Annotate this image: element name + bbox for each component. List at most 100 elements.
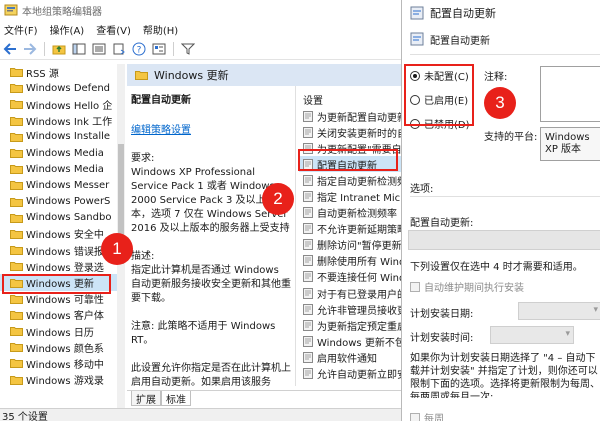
filter-icon[interactable] [180,41,196,57]
policy-setting-icon [303,368,313,380]
edit-policy-link[interactable]: 编辑策略设置 [131,124,291,138]
tree-item-label: Windows Sandbo [26,212,112,224]
setting-row[interactable]: 删除使用所有 Windo [299,253,401,269]
panel-header: Windows 更新 [127,64,401,86]
tree-item[interactable]: Windows 安全中 [0,226,118,242]
setting-row[interactable]: 为更新指定预定重启 [299,317,401,333]
back-arrow-icon[interactable] [2,41,18,57]
tab-extended[interactable]: 扩展 [131,391,161,406]
install-day-combo[interactable] [518,302,600,320]
setting-row[interactable]: 不要连接任何 Windo [299,269,401,285]
status-bar: 35 个设置 [0,408,401,421]
forward-arrow-icon[interactable] [22,41,38,57]
tree-item[interactable]: Windows PowerS [0,194,118,210]
tree-item[interactable]: Windows Messer [0,177,118,193]
tree-item-label: RSS 源 [26,68,59,80]
folder-icon [135,71,148,80]
setting-row[interactable]: 允许自动更新立即安装 [299,366,401,382]
policy-setting-icon [303,223,313,235]
setting-row[interactable]: 启用软件通知 [299,349,401,365]
list-view-icon[interactable] [91,41,107,57]
annotation-badge-3: 3 [484,87,516,119]
settings-column-header[interactable]: 设置 [303,92,323,107]
tree-item[interactable]: RSS 源 [0,64,118,80]
tree-item[interactable]: Windows 游戏录 [0,372,118,388]
dialog-title-bar: 配置自动更新 [402,0,600,26]
tab-standard[interactable]: 标准 [161,391,191,406]
tree-item[interactable]: Windows 登录选 [0,258,118,274]
tree-item-label: Windows 游戏录 [26,376,104,388]
folder-icon [10,68,23,78]
up-folder-icon[interactable] [51,41,67,57]
setting-label: Windows 更新不包括 [317,337,401,349]
tree-item[interactable]: Windows 客户体 [0,307,118,323]
configure-updates-select[interactable] [408,230,600,250]
setting-row[interactable]: Windows 更新不包括 [299,333,401,349]
tree-item-label: Windows 客户体 [26,311,104,323]
tree-item[interactable]: Windows Sandbo [0,210,118,226]
platform-label: 支持的平台: [484,132,538,143]
menu-view[interactable]: 查看(V) [96,22,131,37]
help-icon[interactable]: ? [131,41,147,57]
tree-item[interactable]: Windows Ink 工作 [0,113,118,129]
annotation-badge-1: 1 [101,233,133,265]
install-time-combo[interactable] [490,326,574,344]
comment-textarea[interactable] [540,66,600,122]
status-text: 35 个设置 [2,411,48,421]
setting-row[interactable]: 允许非管理员接收更新 [299,301,401,317]
setting-row[interactable]: 删除访问"暂停更新" [299,237,401,253]
setting-label: 启用软件通知 [317,353,377,365]
folder-icon [10,294,23,304]
export-list-icon[interactable] [111,41,127,57]
menu-help[interactable]: 帮助(H) [143,22,178,37]
folder-icon [10,116,23,126]
setting-label: 指定自动更新检测频率 [317,176,401,188]
tree-item-label: Windows Hello 企 [26,100,113,112]
window-title-bar: 本地组策略编辑器 [0,0,401,20]
tree-item[interactable]: Windows Hello 企 [0,96,118,112]
show-tree-icon[interactable] [71,41,87,57]
toolbar-separator [44,41,45,56]
install-time-label: 计划安装时间: [410,333,474,344]
requirements-label: 要求: [131,153,155,164]
tree-item[interactable]: Windows Media [0,145,118,161]
weekly-box[interactable] [410,412,420,421]
setting-row[interactable]: 不允许更新延期策略 [299,221,401,237]
policy-setting-icon [410,32,424,46]
tree-item[interactable]: Windows Installe [0,129,118,145]
tree-item[interactable]: Windows 颜色系 [0,339,118,355]
folder-icon [10,100,23,110]
folder-icon [10,343,23,353]
maintenance-install-checkbox[interactable]: 自动维护期间执行安装 [410,279,524,294]
tree-item[interactable]: Windows Defend [0,80,118,96]
tree-item[interactable]: Windows Media [0,161,118,177]
tree-item-label: Windows Installe [26,131,111,143]
dialog-subtitle-row: 配置自动更新 [402,28,600,50]
tree-item[interactable]: Windows 日历 [0,323,118,339]
tree-item[interactable]: Windows 移动中 [0,355,118,371]
policy-setting-icon [303,351,313,363]
weekly-checkbox[interactable]: 每周 [410,410,444,421]
setting-row[interactable]: 指定 Intranet Micro [299,188,401,204]
menu-action[interactable]: 操作(A) [50,22,85,37]
tree-item-label: Windows 安全中 [26,230,104,242]
dialog-subtitle: 配置自动更新 [430,35,490,47]
maintenance-install-box[interactable] [410,281,420,292]
setting-row[interactable]: 指定自动更新检测频率 [299,172,401,188]
tree-item-label: Windows Defend [26,82,111,94]
setting-row[interactable]: 自动更新检测频率 [299,205,401,221]
folder-icon [10,229,23,239]
note-text: 注意: 此策略不适用于 Windows RT。 [131,321,276,346]
folder-icon [10,359,23,369]
highlight-windows-update [2,274,111,294]
setting-row[interactable]: 为更新配置自动更新 [299,108,401,124]
properties-icon[interactable] [151,41,167,57]
setting-label: 删除访问"暂停更新" [317,241,401,253]
setting-row[interactable]: 关闭安装更新时的自动 [299,124,401,140]
setting-row[interactable]: 对于有已登录用户的 [299,285,401,301]
more-description-text: 此设置允许你指定是否在此计算机上启用自动更新。如果启用该服务 [131,363,291,388]
menu-file[interactable]: 文件(F) [4,22,38,37]
folder-icon [10,375,23,385]
policy-setting-icon [303,110,313,122]
folder-icon [10,310,23,320]
